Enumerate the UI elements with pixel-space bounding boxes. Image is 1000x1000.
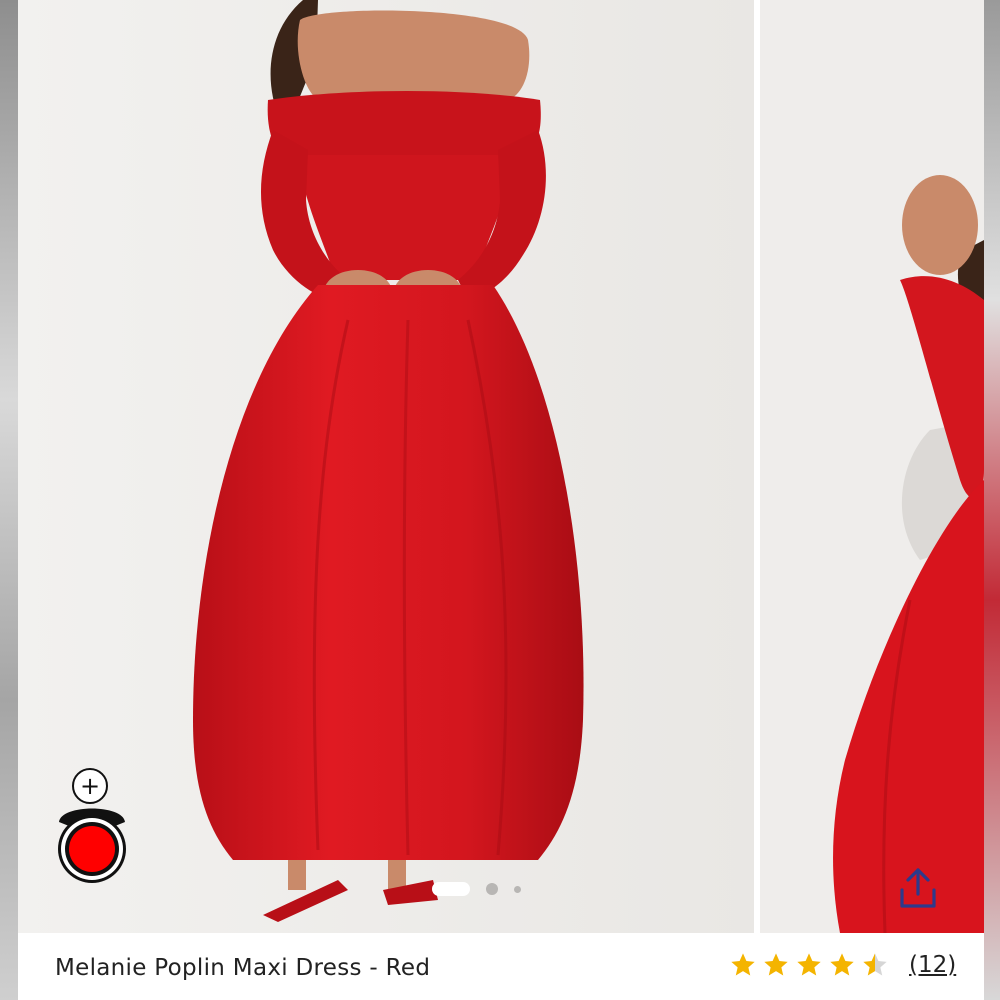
product-rating[interactable]: (12) [728, 951, 956, 979]
carousel-dot-active[interactable] [432, 882, 470, 896]
product-title[interactable]: Melanie Poplin Maxi Dress - Red [55, 955, 430, 981]
carousel-indicator [432, 881, 521, 897]
left-edge-blur [0, 0, 18, 1000]
carousel-dot[interactable] [486, 883, 498, 895]
star-icon [764, 953, 788, 976]
add-to-wishlist-widget[interactable]: + [55, 768, 129, 888]
review-count-link[interactable]: (12) [909, 952, 956, 978]
star-icon [731, 953, 755, 976]
avatar-icon [58, 808, 126, 883]
model-photo-peek [760, 0, 984, 933]
star-half-icon [863, 953, 887, 976]
share-icon [900, 868, 936, 908]
carousel-dot[interactable] [514, 885, 521, 893]
star-icon [830, 953, 854, 976]
right-edge-blur [984, 0, 1000, 1000]
product-info-bar: Melanie Poplin Maxi Dress - Red (12) [18, 933, 984, 1000]
star-icon [797, 953, 821, 976]
share-button[interactable] [892, 862, 944, 914]
avatar[interactable] [55, 792, 129, 888]
add-button[interactable]: + [72, 768, 108, 804]
product-image-next[interactable] [760, 0, 984, 933]
plus-icon: + [79, 772, 101, 800]
